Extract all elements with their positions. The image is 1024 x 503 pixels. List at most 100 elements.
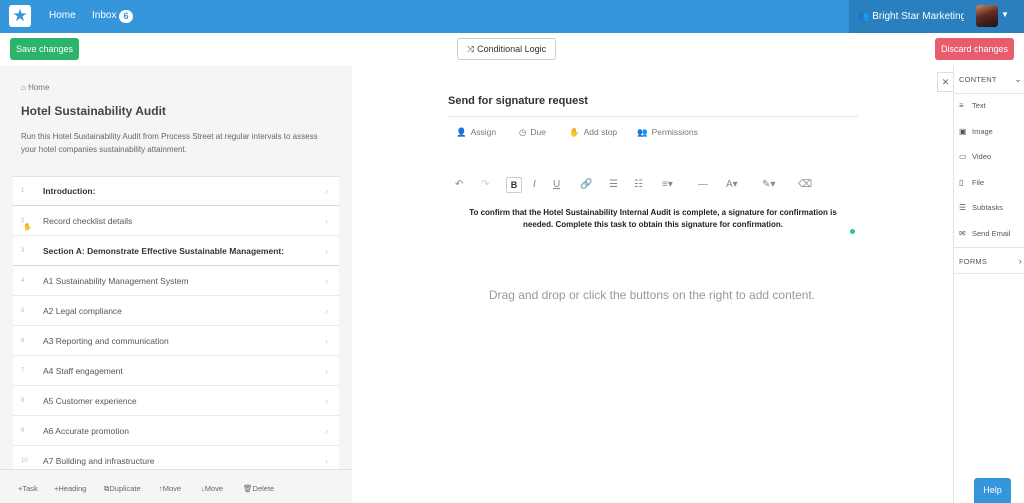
add-stop-label: Add stop [583,127,618,137]
forms-section-header[interactable]: FORMS › [959,256,1022,266]
widget-text[interactable]: ≡ Text [959,101,986,110]
task-label: A3 Reporting and communication [43,335,169,346]
task-row[interactable]: 9 A6 Accurate promotion › [13,416,339,446]
widget-subtasks[interactable]: ☰ Subtasks [959,203,1003,212]
task-row[interactable]: 2 ✋ Record checklist details › [13,206,339,236]
delete-label: Delete [252,484,275,493]
top-nav-bar: ★ Home Inbox 6 👥 Bright Star Marketing ▼ [0,0,1024,33]
add-heading-button[interactable]: +Heading [54,484,86,493]
task-label: A1 Sustainability Management System [43,275,189,286]
user-menu[interactable]: ▼ [964,0,1024,33]
highlight-icon[interactable]: ✎▾ [762,179,775,190]
content-dropzone[interactable]: Drag and drop or click the buttons on th… [432,288,872,302]
numbered-list-icon[interactable]: ☷ [634,179,643,190]
assign-button[interactable]: 👤 Assign [456,127,496,138]
widget-file[interactable]: ▯ File [959,178,984,187]
chevron-right-icon: › [325,305,328,316]
horizontal-rule-icon[interactable]: — [698,179,708,190]
widget-image[interactable]: ▣ Image [959,127,993,136]
breadcrumb[interactable]: ⌂ Home [21,83,49,92]
home-icon: ⌂ [21,83,26,92]
delete-button[interactable]: 🗑Delete [243,484,274,493]
task-row[interactable]: 3 Section A: Demonstrate Effective Susta… [13,236,339,266]
status-dot [850,229,855,234]
add-stop-button[interactable]: ✋ Add stop [569,127,617,138]
divider [954,247,1024,248]
organization-name: Bright Star Marketing [872,11,967,22]
widget-send-email[interactable]: ✉ Send Email [959,229,1010,238]
widget-video[interactable]: ▭ Video [959,152,991,161]
permissions-label: Permissions [651,127,698,137]
breadcrumb-home[interactable]: Home [28,83,49,92]
close-icon[interactable]: ✕ [937,72,953,92]
avatar[interactable] [976,5,998,27]
user-lock-icon: 👥 [637,127,648,137]
caret-down-icon: ▼ [1001,10,1009,19]
widget-label: File [972,178,985,187]
chevron-right-icon: › [325,395,328,406]
assign-label: Assign [470,127,497,137]
task-label: A5 Customer experience [43,395,137,406]
help-button[interactable]: Help [974,478,1011,503]
italic-icon[interactable]: I [533,179,536,190]
task-body-text[interactable]: To confirm that the Hotel Sustainability… [468,207,838,231]
chevron-right-icon: › [325,365,328,376]
underline-icon[interactable]: U [553,179,560,190]
inbox-count-badge: 6 [119,10,133,23]
save-changes-button[interactable]: Save changes [10,38,79,60]
task-label: A4 Staff engagement [43,365,123,376]
chevron-right-icon: › [325,455,328,466]
task-row[interactable]: 8 A5 Customer experience › [13,386,339,416]
file-icon: ▯ [959,178,964,187]
star-logo-icon[interactable]: ★ [9,5,31,27]
task-number: 3 [21,247,25,254]
move-down-label: Move [204,484,224,493]
nav-home-link[interactable]: Home [49,10,76,21]
chevron-right-icon: › [325,275,328,286]
task-label: Section A: Demonstrate Effective Sustain… [43,245,285,256]
task-row[interactable]: 4 A1 Sustainability Management System › [13,266,339,296]
chevron-right-icon: › [325,215,328,226]
task-number: 9 [21,427,25,434]
checklist-title[interactable]: Hotel Sustainability Audit [21,104,166,118]
text-color-icon[interactable]: A▾ [726,179,738,190]
checklist-description[interactable]: Run this Hotel Sustainability Audit from… [21,130,331,156]
task-number: 4 [21,277,25,284]
move-down-button[interactable]: ↓Move [201,484,223,493]
task-row[interactable]: 1 Introduction: › [13,176,339,206]
duplicate-button[interactable]: ⧉Duplicate [104,484,141,494]
task-number: 6 [21,337,25,344]
widget-label: Text [972,101,986,110]
chevron-down-icon: ⌄ [1014,74,1022,84]
conditional-logic-label: Conditional Logic [477,44,547,54]
task-row[interactable]: 7 A4 Staff engagement › [13,356,339,386]
align-icon[interactable]: ≡▾ [662,179,673,190]
add-task-button[interactable]: +Task [18,484,38,493]
clock-icon: ◷ [519,127,527,137]
redo-icon[interactable]: ↷ [481,179,489,190]
task-row[interactable]: 6 A3 Reporting and communication › [13,326,339,356]
bullet-list-icon[interactable]: ☰ [609,179,618,190]
drag-handle-icon[interactable]: ✋ [23,223,32,231]
divider [954,273,1024,274]
move-up-label: Move [162,484,182,493]
due-button[interactable]: ◷ Due [519,127,546,138]
organization-menu[interactable]: 👥 Bright Star Marketing [849,0,967,33]
task-title[interactable]: Send for signature request [448,95,588,107]
discard-changes-button[interactable]: Discard changes [935,38,1014,60]
clear-format-icon[interactable]: ⌫ [798,179,812,190]
task-row[interactable]: 5 A2 Legal compliance › [13,296,339,326]
widget-label: Video [972,152,992,161]
undo-icon[interactable]: ↶ [455,179,463,190]
widget-label: Image [972,127,993,136]
link-icon[interactable]: 🔗 [580,179,592,190]
permissions-button[interactable]: 👥 Permissions [637,127,698,138]
content-section-header[interactable]: CONTENT ⌄ [959,74,1022,84]
conditional-logic-button[interactable]: ⤨ Conditional Logic [457,38,556,60]
due-label: Due [530,127,547,137]
nav-inbox-link[interactable]: Inbox [92,10,116,21]
add-heading-label: Heading [58,484,87,493]
hand-icon: ✋ [569,127,580,137]
bold-icon[interactable]: B [506,177,522,193]
move-up-button[interactable]: ↑Move [159,484,181,493]
